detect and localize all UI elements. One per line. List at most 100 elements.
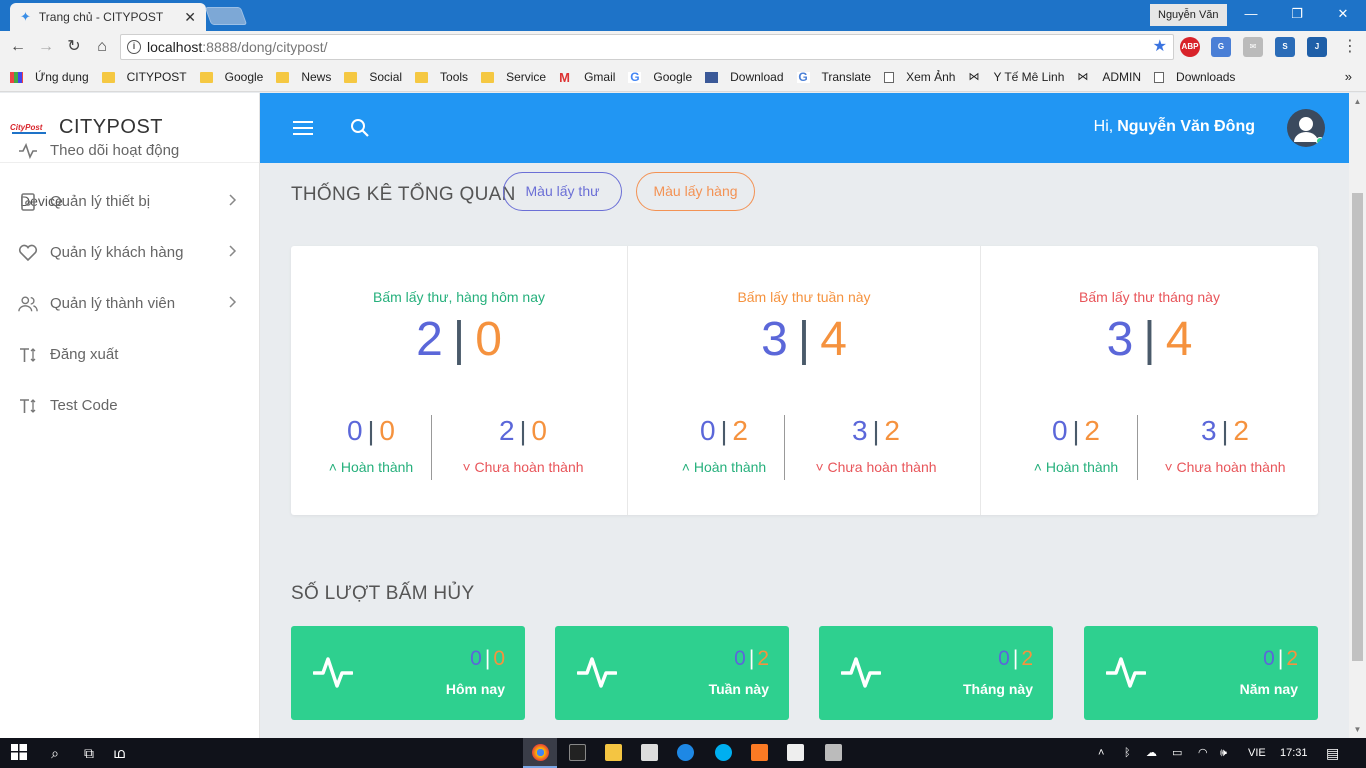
- home-icon[interactable]: ⌂: [90, 35, 114, 59]
- taskbar-xampp[interactable]: [742, 738, 776, 768]
- tray-expand-icon[interactable]: ˄: [1098, 738, 1104, 768]
- taskbar-chrome[interactable]: [523, 738, 557, 768]
- forward-icon[interactable]: →: [34, 35, 58, 59]
- clock[interactable]: 17:31: [1280, 738, 1308, 768]
- text-height-icon: [18, 345, 38, 365]
- bookmark-y-te[interactable]: ⋈ Y Tế Mê Linh: [968, 70, 1064, 84]
- avatar[interactable]: [1287, 109, 1325, 147]
- cancel-card-year[interactable]: 0 | 2 Năm nay: [1084, 626, 1318, 720]
- sidebar-item-customers[interactable]: Quản lý khách hàng: [0, 227, 259, 278]
- screenshot-extension-icon[interactable]: S: [1275, 37, 1295, 57]
- scrollbar-thumb[interactable]: [1352, 193, 1363, 661]
- browser-tab[interactable]: ✦ Trang chủ - CITYPOST ✕: [10, 3, 206, 31]
- bookmark-apps[interactable]: Ứng dụng: [10, 70, 89, 84]
- tab-close-icon[interactable]: ✕: [184, 9, 196, 26]
- action-center-icon[interactable]: ▤: [1326, 738, 1339, 768]
- wifi-icon[interactable]: ◠: [1198, 738, 1208, 768]
- scroll-up-icon[interactable]: ▲: [1349, 93, 1366, 110]
- bookmark-translate[interactable]: G Translate: [796, 70, 871, 84]
- pulse-icon: [577, 657, 617, 688]
- adblock-extension-icon[interactable]: ABP: [1180, 37, 1200, 57]
- window-close-icon[interactable]: ✕: [1320, 0, 1366, 28]
- site-info-icon[interactable]: i: [127, 40, 141, 54]
- chevron-up-icon: ˄: [1033, 459, 1046, 475]
- input-language[interactable]: VIE: [1248, 738, 1266, 768]
- cancel-card-week[interactable]: 0 | 2 Tuần này: [555, 626, 789, 720]
- taskbar-explorer[interactable]: [596, 738, 630, 768]
- shortcut-extension-icon[interactable]: J: [1307, 37, 1327, 57]
- windows-start-icon[interactable]: [10, 744, 28, 762]
- bookmark-downloads[interactable]: Downloads: [1154, 70, 1235, 84]
- more-bookmarks-icon[interactable]: »: [1345, 69, 1352, 84]
- sidebar-item-activity[interactable]: Theo dõi hoạt động: [0, 125, 259, 176]
- stat-pending: 3 | 2 ˅ Chưa hoàn thành: [1164, 415, 1286, 475]
- chevron-up-icon: ˄: [681, 459, 694, 475]
- reload-icon[interactable]: ↻: [62, 35, 86, 59]
- folder-icon: [415, 71, 429, 83]
- done-label: Hoàn thành: [1045, 459, 1119, 475]
- sidebar-item-members[interactable]: Quản lý thành viên: [0, 278, 259, 329]
- battery-icon[interactable]: ▭: [1172, 738, 1182, 768]
- task-view-icon[interactable]: ⧉: [80, 744, 98, 762]
- url-host: localhost: [147, 39, 203, 55]
- goods-color-button[interactable]: Màu lấy hàng: [636, 172, 755, 211]
- stat-done: 0 | 0 ˄ Hoàn thành: [328, 415, 414, 475]
- pulse-icon: [1106, 657, 1146, 688]
- bookmark-news[interactable]: News: [276, 70, 331, 84]
- folder-icon: [605, 744, 622, 761]
- scroll-down-icon[interactable]: ▼: [1349, 721, 1366, 738]
- sidebar-item-test-code[interactable]: Test Code: [0, 380, 259, 431]
- volume-icon[interactable]: 🕪: [1220, 738, 1227, 768]
- goods-count: 4: [1165, 313, 1193, 366]
- chrome-icon: [532, 744, 549, 761]
- taskbar-skype[interactable]: [706, 738, 740, 768]
- mail-extension-icon[interactable]: ✉: [1243, 37, 1263, 57]
- bookmark-admin[interactable]: ⋈ ADMIN: [1077, 70, 1141, 84]
- folder-icon: [276, 71, 290, 83]
- bookmark-google[interactable]: G Google: [628, 70, 692, 84]
- window-user-badge[interactable]: Nguyễn Văn: [1150, 4, 1227, 26]
- bookmark-download[interactable]: Download: [705, 70, 784, 84]
- user-name: Nguyễn Văn Đông: [1117, 118, 1255, 135]
- bookmark-google-folder[interactable]: Google: [199, 70, 263, 84]
- address-bar[interactable]: i localhost:8888/dong/citypost/ ★: [120, 34, 1174, 60]
- bookmark-service[interactable]: Service: [481, 70, 546, 84]
- bookmark-tools[interactable]: Tools: [415, 70, 468, 84]
- taskbar-store[interactable]: [632, 738, 666, 768]
- cancel-goods-count: 2: [757, 647, 769, 670]
- user-greeting[interactable]: Hi, Nguyễn Văn Đông: [1094, 118, 1255, 136]
- taskbar-phpstorm[interactable]: [560, 738, 594, 768]
- remote-desktop-icon: [825, 744, 842, 761]
- bookmark-star-icon[interactable]: ★: [1153, 35, 1167, 59]
- onedrive-icon[interactable]: ☁: [1146, 738, 1157, 768]
- search-icon[interactable]: [350, 118, 370, 143]
- taskbar-edge[interactable]: [668, 738, 702, 768]
- search-icon[interactable]: ⌕: [46, 744, 64, 762]
- sidebar-item-label: Test Code: [50, 397, 118, 414]
- cancel-card-today[interactable]: 0 | 0 Hôm nay: [291, 626, 525, 720]
- back-icon[interactable]: ←: [6, 35, 30, 59]
- restore-icon[interactable]: ❐: [1274, 0, 1320, 28]
- bookmark-social[interactable]: Social: [344, 70, 402, 84]
- cancel-card-month[interactable]: 0 | 2 Tháng này: [819, 626, 1053, 720]
- stat-total: 2 | 0: [416, 313, 502, 366]
- new-tab-button[interactable]: [204, 7, 248, 25]
- ime-icon[interactable]: ഥ: [110, 744, 128, 762]
- letter-color-button[interactable]: Màu lấy thư: [503, 172, 622, 211]
- store-icon: [641, 744, 658, 761]
- browser-menu-icon[interactable]: ⋮: [1342, 35, 1358, 59]
- minimize-icon[interactable]: —: [1228, 0, 1274, 28]
- bookmark-gmail[interactable]: M Gmail: [559, 70, 615, 84]
- bowtie-icon: ⋈: [968, 70, 980, 83]
- stat-pending: 3 | 2 ˅ Chưa hoàn thành: [815, 415, 937, 475]
- translate-extension-icon[interactable]: G: [1211, 37, 1231, 57]
- hamburger-menu-icon[interactable]: [293, 121, 313, 135]
- bookmark-xem-anh[interactable]: Xem Ảnh: [884, 70, 955, 84]
- sidebar-item-devices[interactable]: Quản lý thiết bị: [0, 176, 259, 227]
- sidebar-item-logout[interactable]: Đăng xuất: [0, 329, 259, 380]
- taskbar-snipping[interactable]: [778, 738, 812, 768]
- bluetooth-icon[interactable]: ᛒ: [1124, 738, 1131, 768]
- bookmark-citypost[interactable]: CITYPOST: [101, 70, 187, 84]
- taskbar-remote[interactable]: [816, 738, 850, 768]
- cancel-goods-count: 2: [1021, 647, 1033, 670]
